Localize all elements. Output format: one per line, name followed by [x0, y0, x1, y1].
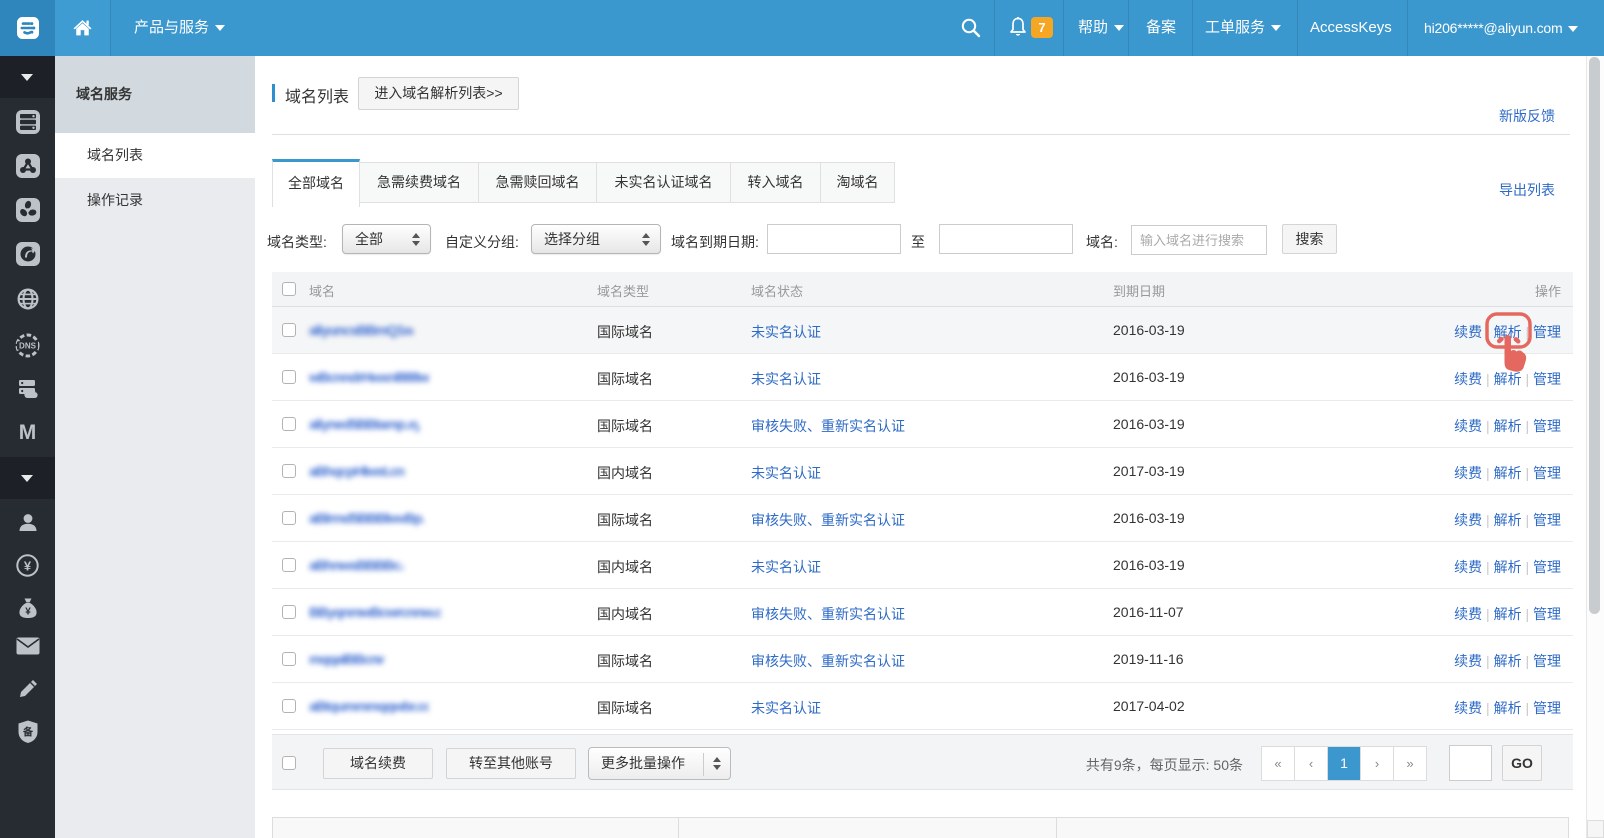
svg-text:DNS: DNS — [19, 341, 37, 350]
svg-text:¥: ¥ — [24, 559, 32, 574]
svg-text:¥: ¥ — [25, 607, 31, 618]
svg-text:备: 备 — [22, 726, 34, 739]
